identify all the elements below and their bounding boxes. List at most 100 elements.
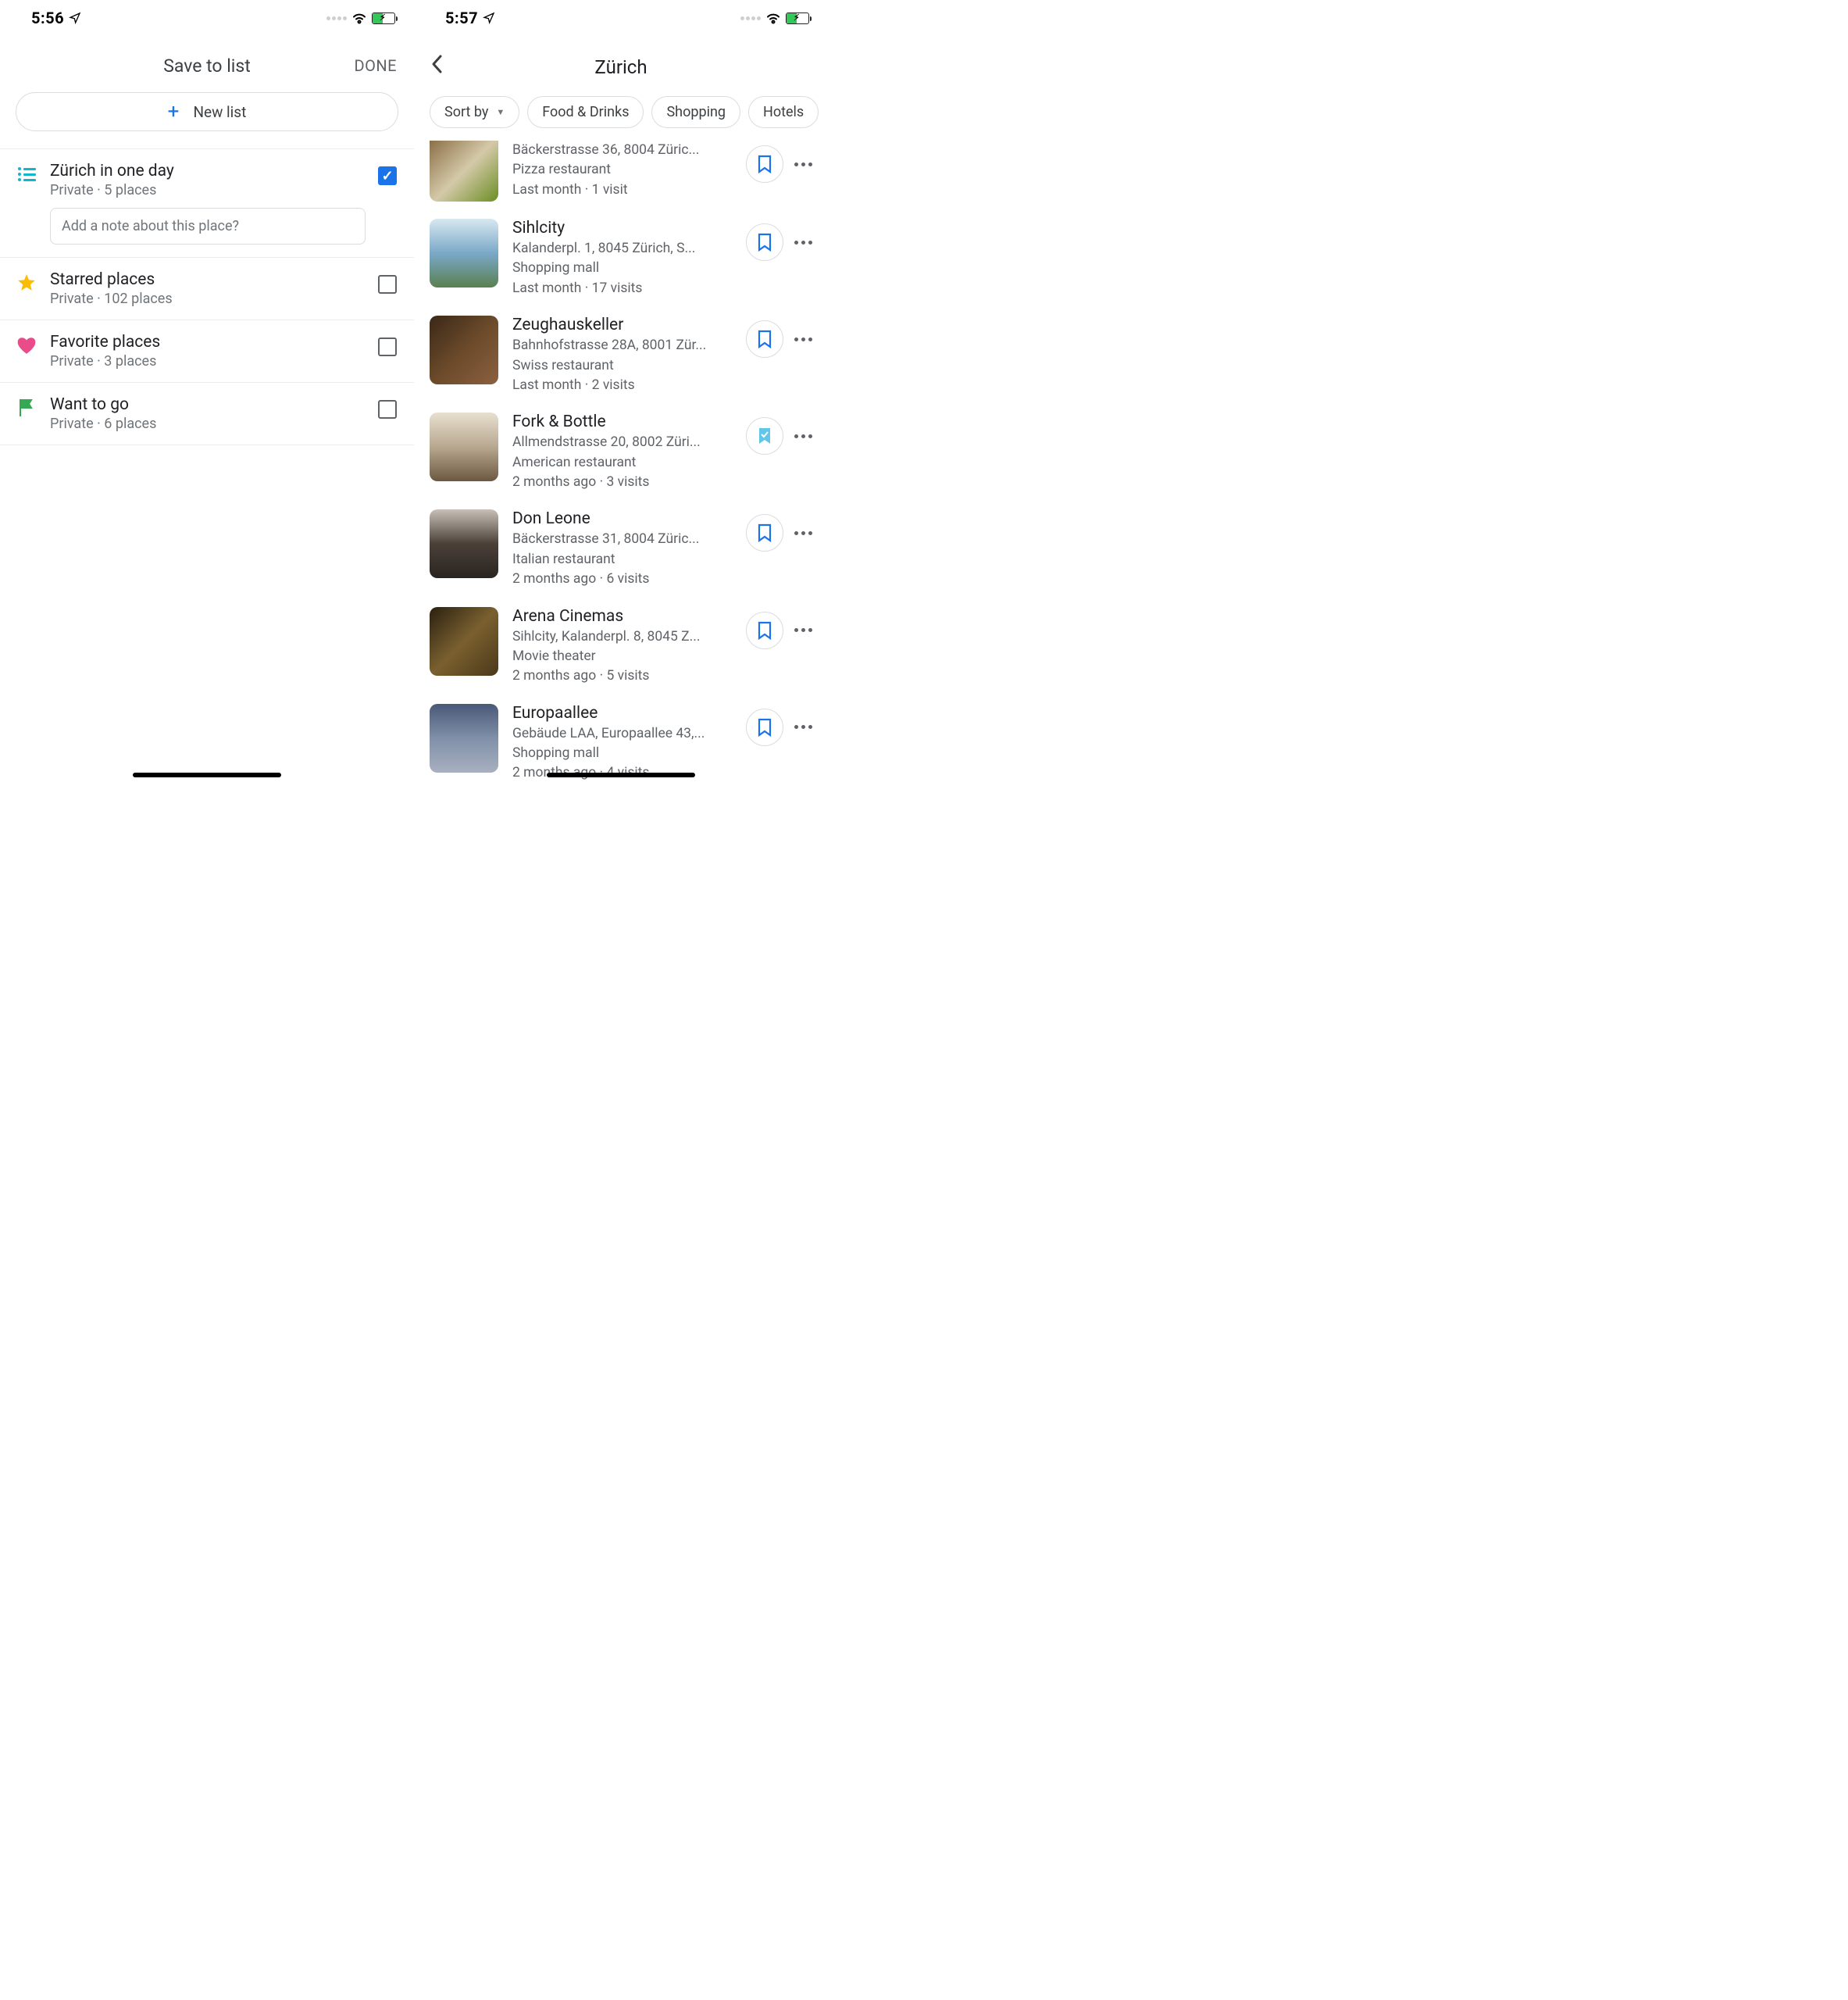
list-name: Starred places	[50, 270, 366, 289]
list-checkbox[interactable]	[378, 166, 397, 185]
filter-chip-shopping[interactable]: Shopping	[651, 96, 740, 128]
new-list-button[interactable]: + New list	[16, 92, 398, 131]
bookmark-button[interactable]	[746, 709, 783, 746]
place-address: Bäckerstrasse 36, 8004 Züric...	[512, 141, 732, 160]
place-type: Shopping mall	[512, 744, 732, 763]
bookmark-button[interactable]	[746, 612, 783, 649]
status-bar: 5:57 ⚡︎	[414, 0, 828, 34]
place-visits: 2 months ago · 5 visits	[512, 666, 732, 686]
place-name: Arena Cinemas	[512, 607, 732, 626]
chevron-down-icon: ▼	[496, 107, 505, 117]
place-address: Bäckerstrasse 31, 8004 Züric...	[512, 530, 732, 549]
place-address: Bahnhofstrasse 28A, 8001 Zür...	[512, 336, 732, 355]
page-title: Save to list	[163, 55, 251, 77]
list-meta: Private · 3 places	[50, 353, 366, 370]
overflow-menu-button[interactable]	[794, 434, 812, 438]
filter-chip-food[interactable]: Food & Drinks	[527, 96, 644, 128]
list-name: Favorite places	[50, 333, 366, 352]
new-list-label: New list	[193, 103, 246, 121]
status-bar: 5:56 ⚡︎	[0, 0, 414, 34]
place-visits: Last month · 2 visits	[512, 376, 732, 395]
place-visits: 2 months ago · 6 visits	[512, 570, 732, 589]
page-title: Zürich	[594, 56, 647, 78]
place-type: Movie theater	[512, 647, 732, 666]
list-checkbox[interactable]	[378, 275, 397, 294]
bookmark-button[interactable]	[746, 223, 783, 261]
cell-signal-dots-icon	[326, 16, 347, 20]
bookmark-button[interactable]	[746, 320, 783, 358]
overflow-menu-button[interactable]	[794, 531, 812, 535]
list-meta: Private · 6 places	[50, 416, 366, 432]
heart-icon	[16, 334, 37, 356]
place-visits: 2 months ago · 3 visits	[512, 473, 732, 492]
place-row[interactable]: Fork & Bottle Allmendstrasse 20, 8002 Zü…	[414, 412, 828, 509]
place-type: Swiss restaurant	[512, 356, 732, 376]
overflow-menu-button[interactable]	[794, 162, 812, 166]
bookmark-button[interactable]	[746, 145, 783, 183]
place-address: Allmendstrasse 20, 8002 Züri...	[512, 433, 732, 452]
list-name: Want to go	[50, 395, 366, 414]
place-row[interactable]: Don Leone Bäckerstrasse 31, 8004 Züric..…	[414, 509, 828, 606]
star-icon	[16, 272, 37, 294]
place-thumbnail	[430, 141, 498, 202]
place-name: Europaallee	[512, 704, 732, 723]
status-time: 5:57	[445, 9, 478, 27]
screen-place-list: 5:57 ⚡︎ Zürich Sort by▼ Food & Drinks Sh…	[414, 0, 828, 784]
place-name: Zeughauskeller	[512, 316, 732, 334]
list-row-zurich-one-day[interactable]: Zürich in one day Private · 5 places Add…	[0, 149, 414, 257]
sort-by-chip[interactable]: Sort by▼	[430, 96, 519, 128]
place-row[interactable]: Bäckerstrasse 36, 8004 Züric... Pizza re…	[414, 141, 828, 219]
home-indicator[interactable]	[547, 773, 695, 777]
location-arrow-icon	[69, 12, 81, 24]
battery-icon: ⚡︎	[372, 12, 395, 24]
list-checkbox[interactable]	[378, 338, 397, 356]
place-address: Sihlcity, Kalanderpl. 8, 8045 Z...	[512, 627, 732, 647]
place-thumbnail	[430, 316, 498, 384]
place-name: Don Leone	[512, 509, 732, 528]
overflow-menu-button[interactable]	[794, 338, 812, 341]
list-row-starred[interactable]: Starred places Private · 102 places	[0, 258, 414, 320]
bookmark-saved-button[interactable]	[746, 417, 783, 455]
custom-list-icon	[16, 163, 37, 185]
place-type: American restaurant	[512, 453, 732, 473]
place-thumbnail	[430, 704, 498, 773]
plus-icon: +	[168, 100, 180, 123]
list-row-want-to-go[interactable]: Want to go Private · 6 places	[0, 383, 414, 445]
place-thumbnail	[430, 509, 498, 578]
list-checkbox[interactable]	[378, 400, 397, 419]
list-meta: Private · 102 places	[50, 291, 366, 307]
filter-chip-hotels[interactable]: Hotels	[748, 96, 819, 128]
place-thumbnail	[430, 412, 498, 481]
done-button[interactable]: DONE	[354, 56, 397, 75]
place-address: Gebäude LAA, Europaallee 43,...	[512, 724, 732, 744]
battery-icon: ⚡︎	[786, 12, 809, 24]
wifi-icon	[765, 12, 781, 24]
flag-icon	[16, 397, 37, 419]
screen-save-to-list: 5:56 ⚡︎ Save to list DONE + New list	[0, 0, 414, 784]
place-name: Fork & Bottle	[512, 412, 732, 431]
bookmark-button[interactable]	[746, 514, 783, 552]
home-indicator[interactable]	[133, 773, 281, 777]
list-name: Zürich in one day	[50, 162, 366, 180]
list-meta: Private · 5 places	[50, 182, 366, 198]
back-button[interactable]	[430, 53, 444, 80]
filter-chips-row: Sort by▼ Food & Drinks Shopping Hotels	[414, 96, 828, 141]
place-row[interactable]: Sihlcity Kalanderpl. 1, 8045 Zürich, S..…	[414, 219, 828, 316]
list-row-favorites[interactable]: Favorite places Private · 3 places	[0, 320, 414, 383]
place-name: Sihlcity	[512, 219, 732, 238]
place-row[interactable]: Arena Cinemas Sihlcity, Kalanderpl. 8, 8…	[414, 607, 828, 704]
overflow-menu-button[interactable]	[794, 628, 812, 632]
place-address: Kalanderpl. 1, 8045 Zürich, S...	[512, 239, 732, 259]
place-row[interactable]: Europaallee Gebäude LAA, Europaallee 43,…	[414, 704, 828, 784]
place-type: Italian restaurant	[512, 550, 732, 570]
add-note-input[interactable]: Add a note about this place?	[50, 208, 366, 245]
status-time: 5:56	[31, 9, 64, 27]
place-type: Pizza restaurant	[512, 160, 732, 180]
place-thumbnail	[430, 607, 498, 676]
overflow-menu-button[interactable]	[794, 241, 812, 245]
place-type: Shopping mall	[512, 259, 732, 278]
place-thumbnail	[430, 219, 498, 288]
place-row[interactable]: Zeughauskeller Bahnhofstrasse 28A, 8001 …	[414, 316, 828, 412]
overflow-menu-button[interactable]	[794, 725, 812, 729]
wifi-icon	[351, 12, 367, 24]
